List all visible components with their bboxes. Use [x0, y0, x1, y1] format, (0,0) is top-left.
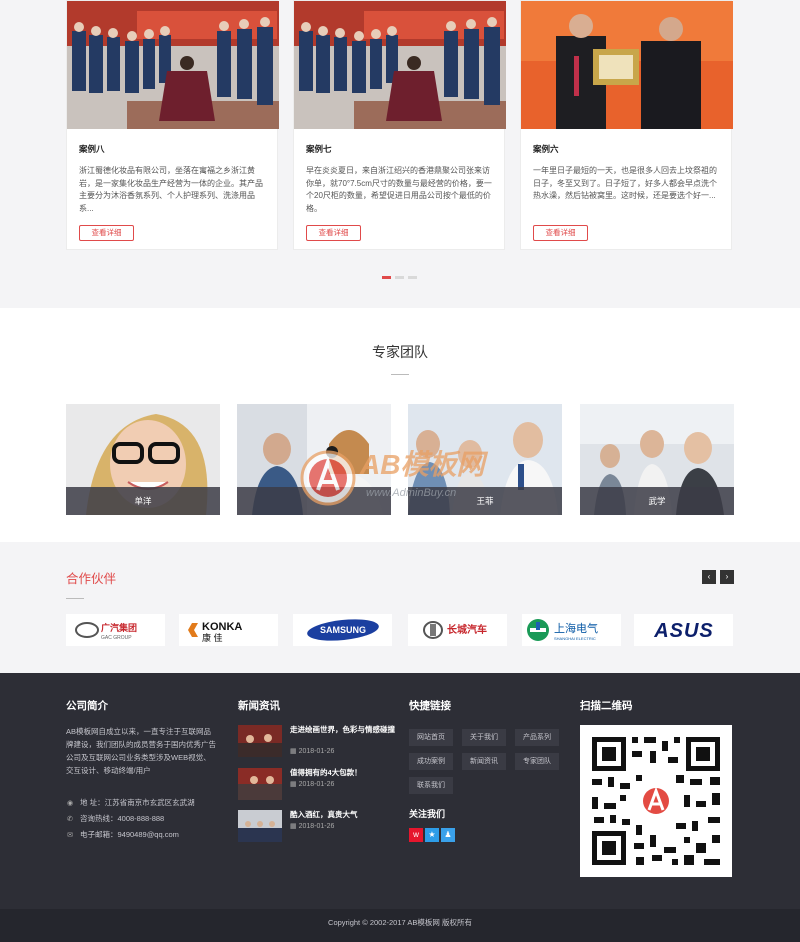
news-item[interactable]: 走进绘画世界，色彩与情感碰撞 ▦ 2018-01-26	[238, 725, 398, 757]
case-card[interactable]: 案例六 一年里日子最短的一天，也是很多人回去上坟祭祖的日子，冬至又到了。日子短了…	[520, 0, 733, 250]
qzone-icon[interactable]: ★	[425, 828, 439, 842]
expert-card[interactable]	[237, 404, 391, 515]
partner-logo-text: KONKA	[202, 621, 242, 633]
case-title: 案例七	[306, 144, 332, 154]
case-image	[294, 1, 506, 129]
expert-name	[237, 487, 391, 515]
qq-icon[interactable]: ♟	[441, 828, 455, 842]
quick-link[interactable]: 新闻资讯	[462, 753, 506, 770]
address-text: 地 址：江苏省南京市玄武区玄武湖	[80, 798, 195, 807]
follow-us-title: 关注我们	[409, 809, 446, 819]
news-date: ▦ 2018-01-26	[290, 780, 334, 788]
phone-text: 咨询热线：4008-888-888	[80, 814, 165, 823]
footer-address: ◉ 地 址：江苏省南京市玄武区玄武湖	[66, 797, 195, 808]
partner-logo-greatwall[interactable]: 长城汽车	[408, 614, 507, 646]
news-thumbnail	[238, 810, 282, 842]
quick-link[interactable]: 专家团队	[515, 753, 559, 770]
quick-link[interactable]: 产品系列	[515, 729, 559, 746]
partner-logo-subtext: SHANGHAI ELECTRIC	[554, 636, 596, 641]
partner-logo-text: ASUS	[653, 620, 714, 642]
section-title: 专家团队	[372, 344, 428, 360]
case-image	[67, 1, 279, 129]
news-date-text: 2018-01-26	[298, 781, 335, 788]
view-details-button[interactable]: 查看详细	[306, 225, 361, 241]
location-icon: ◉	[66, 799, 74, 807]
news-date-text: 2018-01-26	[298, 823, 335, 830]
partner-logo-samsung[interactable]: SAMSUNG	[293, 614, 392, 646]
expert-name: 单洋	[66, 487, 220, 515]
carousel-dot[interactable]	[395, 276, 404, 279]
expert-card[interactable]: 单洋	[66, 404, 220, 515]
calendar-icon: ▦	[290, 823, 297, 830]
cases-section: 案例八 浙江蜀德化妆品有限公司，坐落在寓福之乡浙江黄岩，是一家集化妆品生产经营为…	[0, 0, 800, 308]
footer-phone: ✆ 咨询热线：4008-888-888	[66, 813, 164, 824]
footer-about-text: AB模板网自成立以来，一直专注于互联网品牌建设，我们团队的成员营务于国内优秀广告…	[66, 727, 216, 775]
quick-link[interactable]: 关于我们	[462, 729, 506, 746]
footer-links-title: 快捷链接	[409, 700, 451, 712]
partner-logo-text: 长城汽车	[447, 623, 487, 636]
news-title[interactable]: 值得拥有的4大包款！	[290, 768, 398, 778]
site-footer: 公司简介 AB模板网自成立以来，一直专注于互联网品牌建设，我们团队的成员营务于国…	[0, 673, 800, 942]
footer-email: ✉ 电子邮箱：9490489@qq.com	[66, 829, 179, 840]
partner-logo-asus[interactable]: ASUS	[634, 614, 733, 646]
partner-logo-text: SAMSUNG	[319, 625, 365, 635]
quick-link[interactable]: 成功案例	[409, 753, 453, 770]
partners-title: 合作伙伴	[66, 572, 117, 586]
case-description: 早在炎炎夏日，来自浙江绍兴的香港鼎聚公司张来访你单，就70°7.5cm尺寸的数量…	[306, 166, 492, 213]
carousel-dot[interactable]	[382, 276, 391, 279]
partner-logo-konka[interactable]: KONKA 康 佳	[179, 614, 278, 646]
qr-code-icon	[580, 725, 732, 877]
case-title: 案例六	[533, 144, 559, 154]
case-card[interactable]: 案例七 早在炎炎夏日，来自浙江绍兴的香港鼎聚公司张来访你单，就70°7.5cm尺…	[293, 0, 506, 250]
news-item[interactable]: 酷入酒红，真贵大气 ▦ 2018-01-26	[238, 810, 398, 842]
partner-logo-gac[interactable]: 广汽集团 GAC GROUP	[66, 614, 165, 646]
expert-name: 武学	[580, 487, 734, 515]
expert-name: 王菲	[408, 487, 562, 515]
next-arrow-button[interactable]: ›	[720, 570, 734, 584]
mail-icon: ✉	[67, 831, 73, 839]
quick-link[interactable]: 联系我们	[409, 777, 453, 794]
partner-logo-text: 上海电气	[554, 621, 598, 635]
partner-logo-shanghai-electric[interactable]: 上海电气 SHANGHAI ELECTRIC	[522, 614, 621, 646]
email-text[interactable]: 电子邮箱：9490489@qq.com	[80, 829, 179, 840]
footer-news-title: 新闻资讯	[238, 700, 280, 712]
news-date-text: 2018-01-26	[298, 748, 335, 755]
case-description: 浙江蜀德化妆品有限公司，坐落在寓福之乡浙江黄岩，是一家集化妆品生产经营为一体的企…	[79, 166, 263, 213]
case-description: 一年里日子最短的一天，也是很多人回去上坟祭祖的日子，冬至又到了。日子短了，好多人…	[533, 166, 717, 200]
partner-logo-text: 广汽集团	[101, 622, 137, 633]
calendar-icon: ▦	[290, 748, 297, 755]
carousel-pagination	[382, 276, 417, 279]
footer-about-title: 公司简介	[66, 700, 108, 712]
case-image	[521, 1, 733, 129]
expert-card[interactable]: 王菲	[408, 404, 562, 515]
partner-logo-subtext: 康 佳	[202, 632, 223, 643]
phone-icon: ✆	[67, 815, 73, 823]
qr-code	[580, 725, 732, 877]
news-date: ▦ 2018-01-26	[290, 747, 334, 755]
news-thumbnail	[238, 768, 282, 800]
calendar-icon: ▦	[290, 781, 297, 788]
quick-link[interactable]: 网站首页	[409, 729, 453, 746]
view-details-button[interactable]: 查看详细	[79, 225, 134, 241]
news-date: ▦ 2018-01-26	[290, 822, 334, 830]
case-title: 案例八	[79, 144, 105, 154]
news-title[interactable]: 走进绘画世界，色彩与情感碰撞	[290, 725, 398, 735]
copyright: Copyright © 2002-2017 AB模板网 版权所有	[0, 909, 800, 942]
news-title[interactable]: 酷入酒红，真贵大气	[290, 810, 398, 820]
weibo-icon[interactable]: w	[409, 828, 423, 842]
prev-arrow-button[interactable]: ‹	[702, 570, 716, 584]
title-divider	[391, 374, 409, 375]
partner-logo-subtext: GAC GROUP	[101, 635, 132, 641]
news-thumbnail	[238, 725, 282, 757]
carousel-dot[interactable]	[408, 276, 417, 279]
experts-section: 专家团队 单洋 王菲 武学	[0, 308, 800, 542]
partners-section: 合作伙伴 ‹ › 广汽集团 GAC GROUP KONKA 康 佳 SAMSUN…	[0, 542, 800, 673]
case-card[interactable]: 案例八 浙江蜀德化妆品有限公司，坐落在寓福之乡浙江黄岩，是一家集化妆品生产经营为…	[66, 0, 279, 250]
news-item[interactable]: 值得拥有的4大包款！ ▦ 2018-01-26	[238, 768, 398, 800]
title-divider	[66, 598, 84, 599]
view-details-button[interactable]: 查看详细	[533, 225, 588, 241]
expert-card[interactable]: 武学	[580, 404, 734, 515]
footer-qr-title: 扫描二维码	[580, 700, 633, 712]
